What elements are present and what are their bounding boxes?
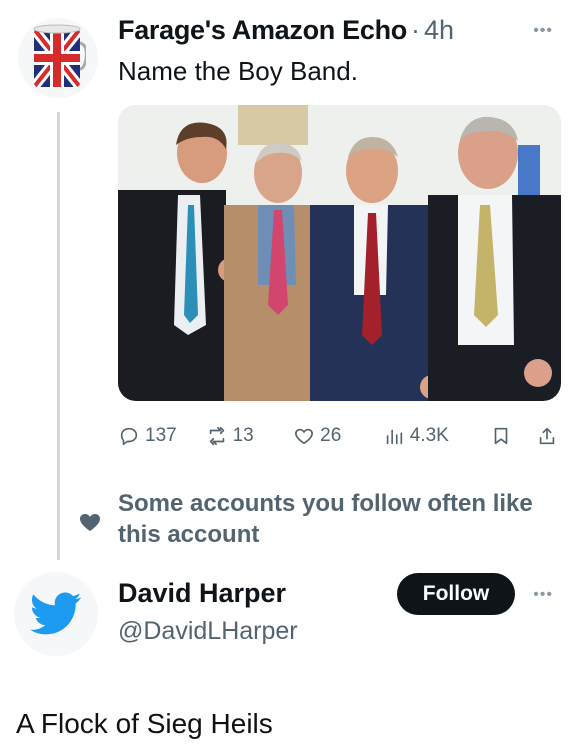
thread-line	[57, 112, 60, 560]
retweet-count: 13	[232, 425, 254, 446]
author-name[interactable]: Farage's Amazon Echo	[118, 12, 407, 48]
separator-dot: ·	[411, 15, 420, 45]
like-count: 26	[320, 425, 342, 446]
retweet-icon	[209, 426, 224, 446]
view-count: 4.3K	[409, 425, 449, 446]
share-icon	[539, 427, 555, 445]
tweet-header: Farage's Amazon Echo · 4h	[118, 12, 549, 48]
retweet-button[interactable]: 13	[206, 425, 294, 447]
views-button[interactable]: 4.3K	[383, 425, 490, 447]
author-avatar[interactable]	[18, 18, 98, 98]
twitter-bird-icon	[30, 592, 82, 635]
tweet-photo[interactable]	[118, 105, 561, 401]
bookmark-button[interactable]	[490, 425, 536, 447]
bookmark-icon	[494, 427, 508, 445]
social-context-text: Some accounts you follow often like this…	[118, 490, 533, 548]
tweet-screenshot: Farage's Amazon Echo · 4h ••• Name the B…	[0, 0, 569, 750]
more-options-icon[interactable]: •••	[533, 586, 553, 604]
views-chart-icon	[386, 429, 402, 445]
reply-count: 137	[145, 425, 177, 446]
tweet-actions-bar: 137 13 26 4.3K	[118, 420, 558, 452]
group-photo-illustration	[118, 105, 561, 401]
more-options-icon[interactable]: •••	[533, 22, 553, 40]
heart-icon	[79, 514, 101, 531]
suggested-user-name[interactable]: David Harper	[118, 575, 286, 611]
share-button[interactable]	[536, 425, 558, 447]
follow-button[interactable]: Follow	[397, 573, 515, 615]
union-jack-mug-icon	[33, 24, 86, 87]
reply-icon	[120, 427, 138, 446]
suggested-user-avatar[interactable]	[14, 572, 98, 656]
tweet-time[interactable]: 4h	[424, 12, 454, 48]
reply-button[interactable]: 137	[118, 425, 206, 447]
meme-caption: A Flock of Sieg Heils	[16, 708, 273, 739]
like-button[interactable]: 26	[293, 425, 383, 447]
tweet-text: Name the Boy Band.	[118, 56, 358, 86]
heart-outline-icon	[295, 428, 314, 445]
suggested-user-handle[interactable]: @DavidLHarper	[118, 615, 298, 647]
